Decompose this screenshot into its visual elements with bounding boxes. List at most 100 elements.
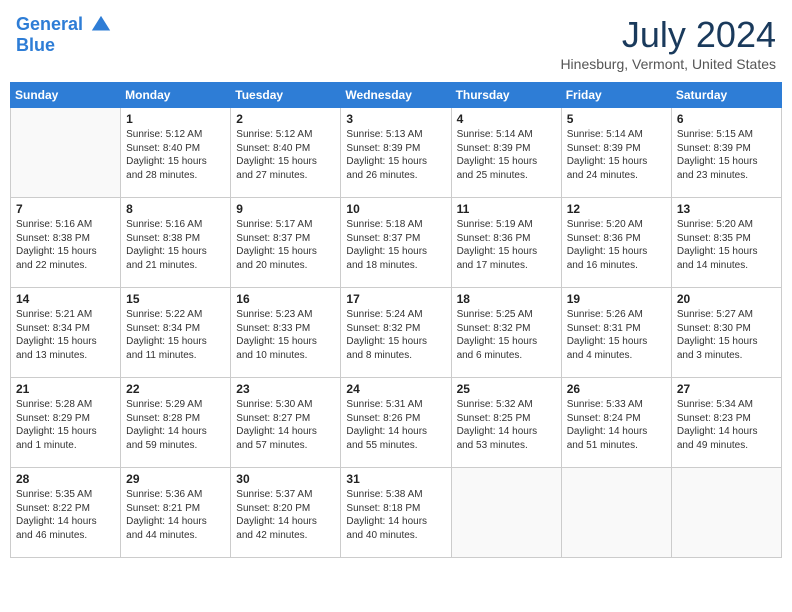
day-number: 25 <box>457 382 556 396</box>
day-number: 17 <box>346 292 445 306</box>
day-info: Sunrise: 5:15 AM Sunset: 8:39 PM Dayligh… <box>677 128 776 182</box>
day-info: Sunrise: 5:14 AM Sunset: 8:39 PM Dayligh… <box>567 128 666 182</box>
day-number: 23 <box>236 382 335 396</box>
day-number: 29 <box>126 472 225 486</box>
calendar-week-row: 1Sunrise: 5:12 AM Sunset: 8:40 PM Daylig… <box>11 108 782 198</box>
calendar-week-row: 14 Sunrise: 5:21 AM Sunset: 8:34 PM Dayli… <box>11 288 782 378</box>
day-number: 22 <box>126 382 225 396</box>
day-info: Sunrise: 5:21 AM Sunset: 8:34 PM Dayligh… <box>16 308 115 362</box>
day-info: Sunrise: 5:14 AM Sunset: 8:39 PM Dayligh… <box>457 128 556 182</box>
logo-icon <box>90 14 112 36</box>
calendar-cell: 29 Sunrise: 5:36 AM Sunset: 8:21 PM Dayli… <box>121 468 231 558</box>
day-info: Sunrise: 5:35 AM Sunset: 8:22 PM Dayligh… <box>16 488 115 542</box>
calendar-week-row: 7 Sunrise: 5:16 AM Sunset: 8:38 PM Daylig… <box>11 198 782 288</box>
calendar-cell: 4 Sunrise: 5:14 AM Sunset: 8:39 PM Daylig… <box>451 108 561 198</box>
day-info: Sunrise: 5:34 AM Sunset: 8:23 PM Dayligh… <box>677 398 776 452</box>
calendar-cell <box>671 468 781 558</box>
calendar-cell: 13Sunrise: 5:20 AM Sunset: 8:35 PM Dayli… <box>671 198 781 288</box>
calendar-cell: 6 Sunrise: 5:15 AM Sunset: 8:39 PM Daylig… <box>671 108 781 198</box>
day-info: Sunrise: 5:27 AM Sunset: 8:30 PM Dayligh… <box>677 308 776 362</box>
calendar-cell: 15 Sunrise: 5:22 AM Sunset: 8:34 PM Dayli… <box>121 288 231 378</box>
day-info: Sunrise: 5:28 AM Sunset: 8:29 PM Dayligh… <box>16 398 115 452</box>
month-title: July 2024 <box>560 14 776 56</box>
day-number: 14 <box>16 292 115 306</box>
day-number: 16 <box>236 292 335 306</box>
day-info: Sunrise: 5:16 AM Sunset: 8:38 PM Dayligh… <box>126 218 225 272</box>
calendar-cell: 10Sunrise: 5:18 AM Sunset: 8:37 PM Dayli… <box>341 198 451 288</box>
day-info: Sunrise: 5:29 AM Sunset: 8:28 PM Dayligh… <box>126 398 225 452</box>
page-header: General Blue July 2024 Hinesburg, Vermon… <box>10 10 782 76</box>
day-number: 21 <box>16 382 115 396</box>
day-info: Sunrise: 5:31 AM Sunset: 8:26 PM Dayligh… <box>346 398 445 452</box>
day-number: 12 <box>567 202 666 216</box>
logo: General Blue <box>16 14 112 56</box>
day-number: 31 <box>346 472 445 486</box>
day-of-week-header: Friday <box>561 83 671 108</box>
day-info: Sunrise: 5:17 AM Sunset: 8:37 PM Dayligh… <box>236 218 335 272</box>
calendar-table: SundayMondayTuesdayWednesdayThursdayFrid… <box>10 82 782 558</box>
day-info: Sunrise: 5:22 AM Sunset: 8:34 PM Dayligh… <box>126 308 225 362</box>
day-number: 6 <box>677 112 776 126</box>
day-number: 2 <box>236 112 335 126</box>
day-of-week-header: Tuesday <box>231 83 341 108</box>
day-number: 11 <box>457 202 556 216</box>
day-number: 26 <box>567 382 666 396</box>
day-info: Sunrise: 5:12 AM Sunset: 8:40 PM Dayligh… <box>236 128 335 182</box>
calendar-cell: 31 Sunrise: 5:38 AM Sunset: 8:18 PM Dayli… <box>341 468 451 558</box>
day-number: 15 <box>126 292 225 306</box>
calendar-cell: 25 Sunrise: 5:32 AM Sunset: 8:25 PM Dayli… <box>451 378 561 468</box>
calendar-cell <box>451 468 561 558</box>
day-number: 7 <box>16 202 115 216</box>
day-number: 28 <box>16 472 115 486</box>
day-number: 20 <box>677 292 776 306</box>
day-number: 4 <box>457 112 556 126</box>
day-info: Sunrise: 5:25 AM Sunset: 8:32 PM Dayligh… <box>457 308 556 362</box>
day-number: 27 <box>677 382 776 396</box>
calendar-cell: 16 Sunrise: 5:23 AM Sunset: 8:33 PM Dayli… <box>231 288 341 378</box>
calendar-cell: 17 Sunrise: 5:24 AM Sunset: 8:32 PM Dayli… <box>341 288 451 378</box>
calendar-week-row: 28 Sunrise: 5:35 AM Sunset: 8:22 PM Dayli… <box>11 468 782 558</box>
day-info: Sunrise: 5:32 AM Sunset: 8:25 PM Dayligh… <box>457 398 556 452</box>
calendar-week-row: 21 Sunrise: 5:28 AM Sunset: 8:29 PM Dayli… <box>11 378 782 468</box>
calendar-cell: 28 Sunrise: 5:35 AM Sunset: 8:22 PM Dayli… <box>11 468 121 558</box>
day-number: 3 <box>346 112 445 126</box>
calendar-cell <box>561 468 671 558</box>
calendar-cell: 3Sunrise: 5:13 AM Sunset: 8:39 PM Daylig… <box>341 108 451 198</box>
day-info: Sunrise: 5:20 AM Sunset: 8:35 PM Dayligh… <box>677 218 776 272</box>
calendar-cell: 1Sunrise: 5:12 AM Sunset: 8:40 PM Daylig… <box>121 108 231 198</box>
logo-text: General Blue <box>16 14 112 56</box>
day-number: 5 <box>567 112 666 126</box>
calendar-cell: 26 Sunrise: 5:33 AM Sunset: 8:24 PM Dayli… <box>561 378 671 468</box>
day-info: Sunrise: 5:20 AM Sunset: 8:36 PM Dayligh… <box>567 218 666 272</box>
day-info: Sunrise: 5:19 AM Sunset: 8:36 PM Dayligh… <box>457 218 556 272</box>
calendar-cell: 2 Sunrise: 5:12 AM Sunset: 8:40 PM Daylig… <box>231 108 341 198</box>
location-title: Hinesburg, Vermont, United States <box>560 56 776 72</box>
calendar-body: 1Sunrise: 5:12 AM Sunset: 8:40 PM Daylig… <box>11 108 782 558</box>
day-info: Sunrise: 5:26 AM Sunset: 8:31 PM Dayligh… <box>567 308 666 362</box>
day-number: 10 <box>346 202 445 216</box>
day-of-week-header: Thursday <box>451 83 561 108</box>
day-info: Sunrise: 5:12 AM Sunset: 8:40 PM Dayligh… <box>126 128 225 182</box>
day-number: 30 <box>236 472 335 486</box>
day-of-week-header: Wednesday <box>341 83 451 108</box>
day-info: Sunrise: 5:33 AM Sunset: 8:24 PM Dayligh… <box>567 398 666 452</box>
day-number: 24 <box>346 382 445 396</box>
day-number: 18 <box>457 292 556 306</box>
calendar-cell: 27 Sunrise: 5:34 AM Sunset: 8:23 PM Dayli… <box>671 378 781 468</box>
day-of-week-header: Saturday <box>671 83 781 108</box>
calendar-cell: 8 Sunrise: 5:16 AM Sunset: 8:38 PM Daylig… <box>121 198 231 288</box>
day-info: Sunrise: 5:38 AM Sunset: 8:18 PM Dayligh… <box>346 488 445 542</box>
calendar-cell: 21 Sunrise: 5:28 AM Sunset: 8:29 PM Dayli… <box>11 378 121 468</box>
day-of-week-header: Monday <box>121 83 231 108</box>
day-info: Sunrise: 5:23 AM Sunset: 8:33 PM Dayligh… <box>236 308 335 362</box>
calendar-cell <box>11 108 121 198</box>
day-info: Sunrise: 5:37 AM Sunset: 8:20 PM Dayligh… <box>236 488 335 542</box>
day-info: Sunrise: 5:24 AM Sunset: 8:32 PM Dayligh… <box>346 308 445 362</box>
calendar-cell: 12 Sunrise: 5:20 AM Sunset: 8:36 PM Dayli… <box>561 198 671 288</box>
day-number: 8 <box>126 202 225 216</box>
day-info: Sunrise: 5:16 AM Sunset: 8:38 PM Dayligh… <box>16 218 115 272</box>
calendar-cell: 22 Sunrise: 5:29 AM Sunset: 8:28 PM Dayli… <box>121 378 231 468</box>
day-number: 9 <box>236 202 335 216</box>
calendar-cell: 18 Sunrise: 5:25 AM Sunset: 8:32 PM Dayli… <box>451 288 561 378</box>
day-info: Sunrise: 5:36 AM Sunset: 8:21 PM Dayligh… <box>126 488 225 542</box>
